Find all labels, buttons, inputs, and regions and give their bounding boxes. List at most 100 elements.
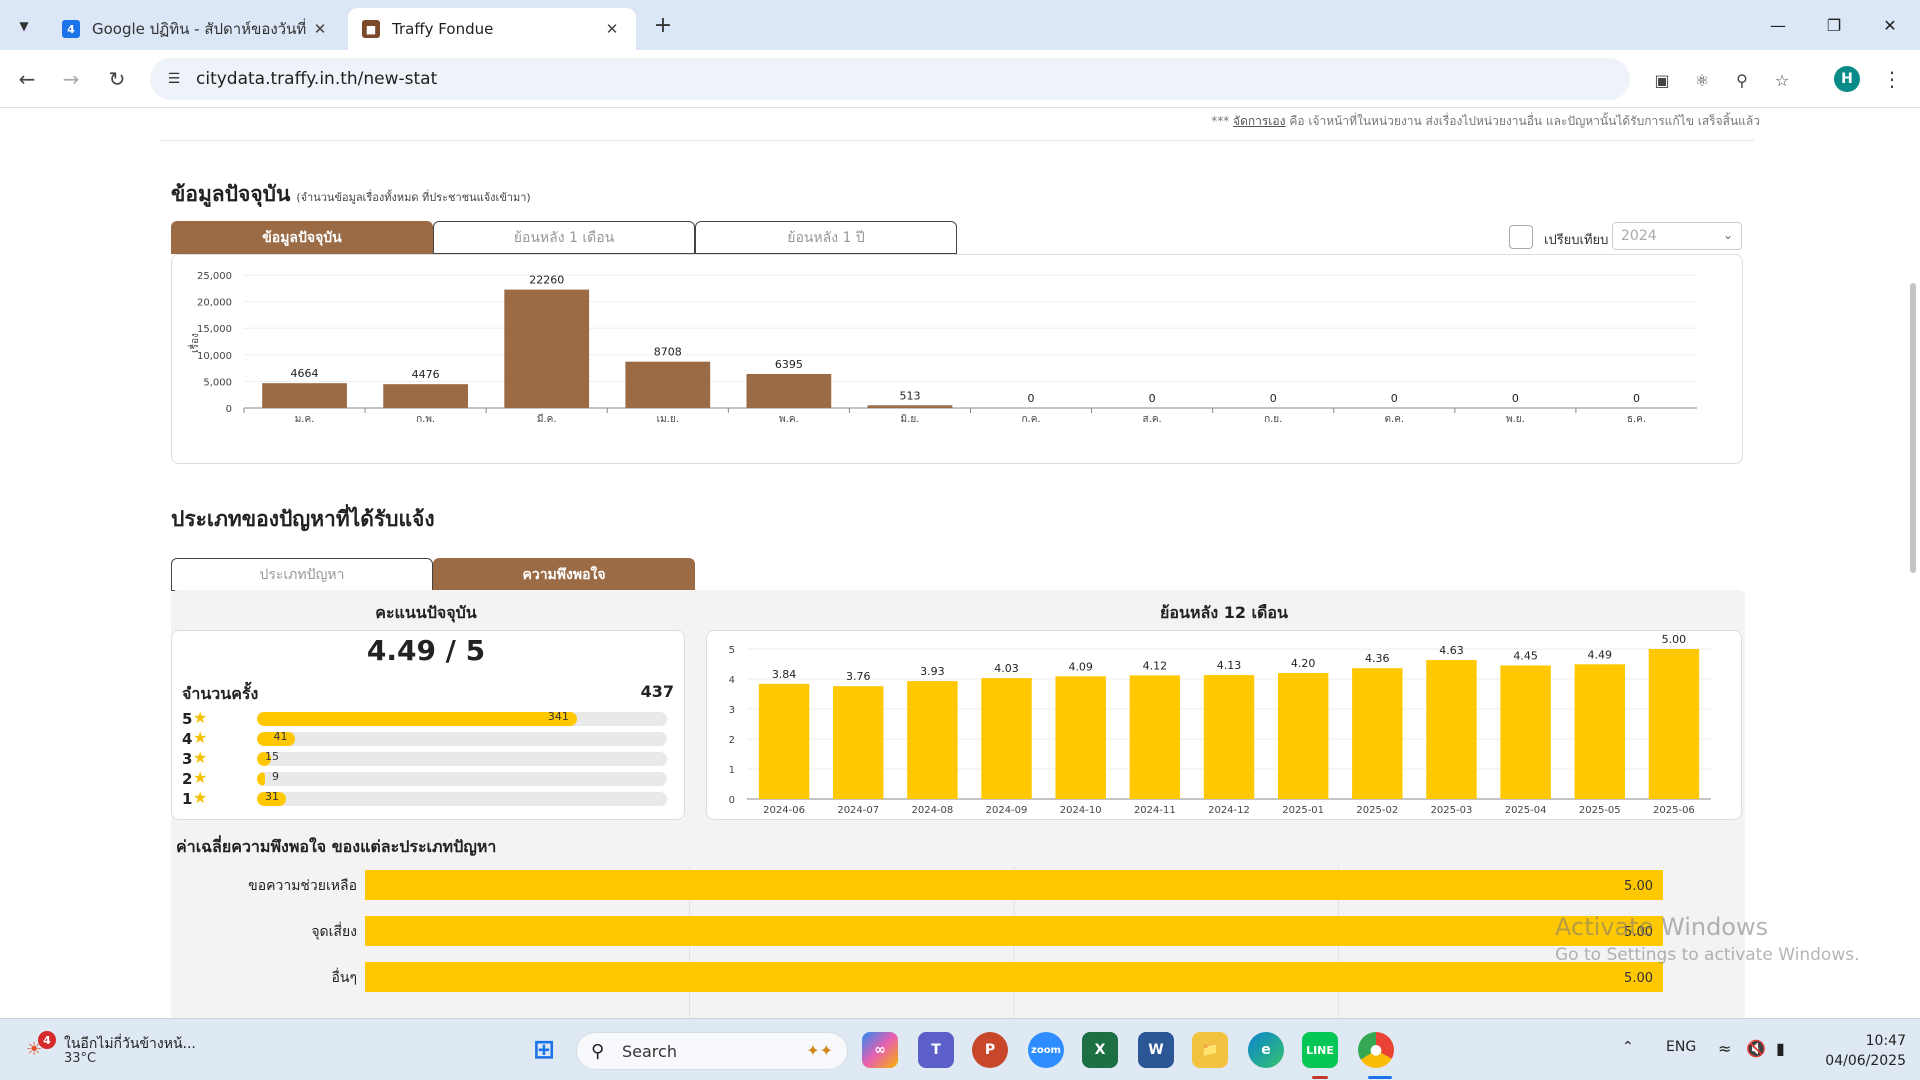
category-label: ขอความช่วยเหลือ [248,878,357,894]
star-icon: ★ [193,708,208,727]
rating-bar-track [257,712,667,726]
forward-button[interactable]: → [56,64,86,94]
x-tick-label: 2024-07 [837,805,879,816]
zoom-icon[interactable]: zoom [1028,1032,1064,1068]
tab-problem-types[interactable]: ประเภทปัญหา [171,558,433,591]
bar [1648,649,1700,799]
monthly-reports-chart: 0 5,000 10,000 15,000 20,000 25,000 เรื่อง 4664… [187,271,1697,425]
bar [981,678,1032,799]
excel-icon[interactable]: X [1082,1032,1118,1068]
x-tick-label: 2024-10 [1060,805,1102,816]
bar [746,373,832,408]
bar-value-label: 3.93 [920,665,945,678]
tab-satisfaction[interactable]: ความพึงพอใจ [433,558,695,591]
windows-start-icon[interactable]: ⊞ [526,1032,562,1068]
activate-windows-watermark: Activate Windows Go to Settings to activ… [1555,913,1860,965]
edge-icon[interactable]: e [1248,1032,1284,1068]
y-tick-label: 15,000 [197,324,232,335]
powerpoint-icon[interactable]: P [972,1032,1008,1068]
bar [262,383,347,408]
address-toolbar: ← → ↻ ☰ citydata.traffy.in.th/new-stat ▣… [0,50,1920,108]
word-icon[interactable]: W [1138,1032,1174,1068]
browser-menu-icon[interactable]: ⋮ [1880,64,1904,94]
teams-icon[interactable]: T [918,1032,954,1068]
close-window-button[interactable]: ✕ [1870,10,1910,40]
weather-temp: 33°C [64,1051,97,1066]
average-by-type-chart: ขอความช่วยเหลือ 5.00จุดเสี่ยง 5.00อื่นๆ 5.0… [248,866,1663,1018]
bookmark-star-icon[interactable]: ☆ [1770,68,1794,92]
file-explorer-icon[interactable]: 📁 [1192,1032,1228,1068]
bar-value-label: 0 [1391,392,1398,405]
wifi-icon[interactable]: ≈ [1718,1039,1731,1058]
bar [1277,673,1329,799]
windows-taskbar: ☀ 4 ในอีกไม่กี่วันข้างหน้... 33°C ⊞ ⚲ Se… [0,1018,1920,1080]
line-active-indicator [1312,1076,1328,1079]
install-app-icon[interactable]: ▣ [1650,68,1674,92]
language-indicator[interactable]: ENG [1666,1039,1696,1055]
star-icon: ★ [193,748,208,767]
bar [1352,668,1403,799]
minimize-button[interactable]: — [1758,10,1798,40]
battery-icon[interactable]: ▮ [1776,1039,1785,1058]
average-by-type-title: ค่าเฉลี่ยความพึงพอใจ ของแต่ละประเภทปัญหา [176,837,497,856]
bar-value-label: 513 [899,389,920,402]
tab-last-month[interactable]: ย้อนหลัง 1 เดือน [433,221,695,254]
bar-value-label: 3.76 [846,670,871,683]
satisfaction-history-chart: 0 1 2 3 4 5 3.84 2024-06 3.76 2024-07 3.93 2024-08 4… [729,633,1711,816]
chevron-down-icon: ⌄ [1722,228,1733,242]
bar [907,681,958,799]
weather-widget[interactable]: ☀ 4 ในอีกไม่กี่วันข้างหน้... 33°C [22,1031,232,1071]
system-clock[interactable]: 10:47 04/06/2025 [1806,1031,1906,1071]
chrome-icon[interactable]: ● [1358,1032,1394,1068]
address-bar[interactable]: ☰ citydata.traffy.in.th/new-stat ▣ ⚛ ⚲ ☆ [150,58,1789,100]
restore-button[interactable]: ❐ [1814,10,1854,40]
bar-value-label: 4.45 [1513,650,1538,663]
new-tab-button[interactable]: + [648,10,678,40]
close-icon[interactable]: ✕ [602,20,622,38]
history-title: ย้อนหลัง 12 เดือน [1160,603,1288,622]
watermark-line1: Activate Windows [1555,913,1769,941]
tab-last-year[interactable]: ย้อนหลัง 1 ปี [695,221,957,254]
y-tick-label: 1 [729,765,735,776]
tab-google-calendar[interactable]: 4 Google ปฏิทิน - สัปดาห์ของวันที่ 1 มิ … [48,8,344,50]
bar-value-label: 0 [1512,392,1519,405]
tab-search-icon[interactable]: ▼ [10,12,38,40]
bar [365,870,1663,900]
show-hidden-icons[interactable]: ⌃ [1622,1039,1634,1055]
close-icon[interactable]: ✕ [310,20,330,38]
tab-traffy-fondue[interactable]: ■ Traffy Fondue ✕ [348,8,636,50]
copilot-icon[interactable]: ∞ [862,1032,898,1068]
footnote-link[interactable]: จัดการเอง [1233,114,1285,128]
x-tick-label: ก.ค. [1021,414,1040,425]
bar-value-label: 8708 [654,346,682,359]
x-tick-label: 2024-06 [763,805,805,816]
url-text[interactable]: citydata.traffy.in.th/new-stat [196,69,437,89]
bar [504,289,590,408]
compare-year-value: 2024 [1621,228,1657,244]
category-label: จุดเสี่ยง [311,922,357,940]
speaker-muted-icon[interactable]: 🔇 [1746,1039,1766,1058]
count-label: จำนวนครั้ง [182,684,259,703]
line-icon[interactable]: LINE [1302,1032,1338,1068]
rating-count: 341 [547,710,569,723]
tab-current-data[interactable]: ข้อมูลปัจจุบัน [171,221,433,254]
compare-checkbox[interactable] [1509,225,1533,249]
current-data-subtitle: (จำนวนข้อมูลเรื่องทั้งหมด ที่ประชาชนแจ้ง… [296,191,531,204]
rating-bar-track [257,732,667,746]
compare-year-select[interactable]: 2024 ⌄ [1612,222,1742,250]
x-tick-label: พ.ค. [779,414,799,425]
bar-value-label: 22260 [529,274,564,287]
translate-icon[interactable]: ⚛ [1690,68,1714,92]
taskbar-search[interactable]: ⚲ Search ✦✦ [576,1032,848,1070]
tab-title: Google ปฏิทิน - สัปดาห์ของวันที่ 1 มิ [92,20,310,38]
bar-value-label: 4.12 [1143,659,1168,672]
reload-button[interactable]: ↻ [102,64,132,94]
site-info-icon[interactable]: ☰ [164,69,184,89]
page-scrollbar[interactable] [1910,283,1916,573]
watermark-line2: Go to Settings to activate Windows. [1555,945,1860,965]
x-tick-label: 2024-08 [911,805,953,816]
profile-avatar[interactable]: H [1834,66,1860,92]
zoom-icon[interactable]: ⚲ [1730,68,1754,92]
back-button[interactable]: ← [12,64,42,94]
y-tick-label: 0 [226,404,232,415]
